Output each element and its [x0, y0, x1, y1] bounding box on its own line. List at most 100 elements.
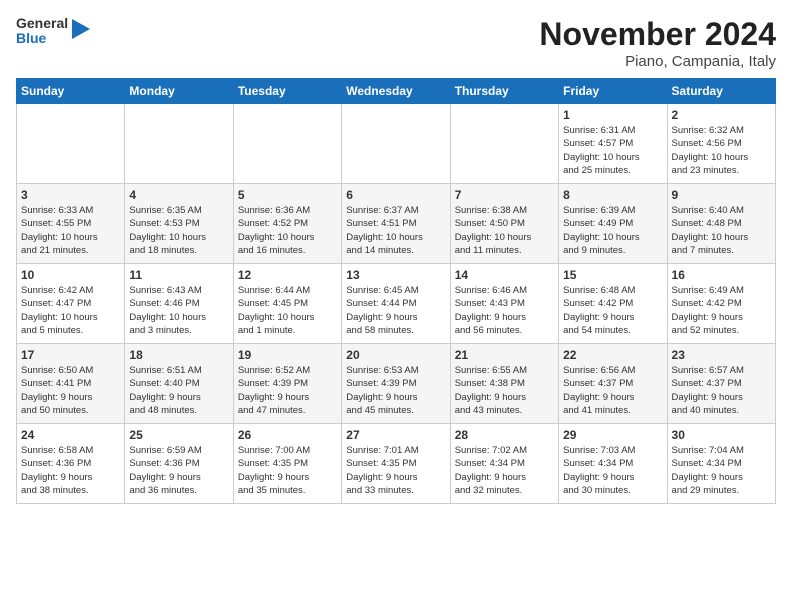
calendar-cell: 14Sunrise: 6:46 AM Sunset: 4:43 PM Dayli… — [450, 264, 558, 344]
day-info: Sunrise: 6:48 AM Sunset: 4:42 PM Dayligh… — [563, 284, 662, 337]
day-number: 12 — [238, 268, 337, 282]
calendar-cell: 24Sunrise: 6:58 AM Sunset: 4:36 PM Dayli… — [17, 424, 125, 504]
day-number: 26 — [238, 428, 337, 442]
day-info: Sunrise: 6:43 AM Sunset: 4:46 PM Dayligh… — [129, 284, 228, 337]
calendar-header: SundayMondayTuesdayWednesdayThursdayFrid… — [17, 79, 776, 104]
calendar-cell: 17Sunrise: 6:50 AM Sunset: 4:41 PM Dayli… — [17, 344, 125, 424]
calendar-cell: 28 Sunrise: 7:02 AM Sunset: 4:34 PM Dayli… — [450, 424, 558, 504]
day-info: Sunrise: 6:40 AM Sunset: 4:48 PM Dayligh… — [672, 204, 771, 257]
calendar-cell: 18Sunrise: 6:51 AM Sunset: 4:40 PM Dayli… — [125, 344, 233, 424]
calendar-cell — [450, 104, 558, 184]
calendar-cell: 21 Sunrise: 6:55 AM Sunset: 4:38 PM Dayli… — [450, 344, 558, 424]
calendar-cell: 8 Sunrise: 6:39 AM Sunset: 4:49 PM Daylig… — [559, 184, 667, 264]
calendar-cell: 23Sunrise: 6:57 AM Sunset: 4:37 PM Dayli… — [667, 344, 775, 424]
calendar-week-5: 24Sunrise: 6:58 AM Sunset: 4:36 PM Dayli… — [17, 424, 776, 504]
calendar-cell: 30 Sunrise: 7:04 AM Sunset: 4:34 PM Dayli… — [667, 424, 775, 504]
calendar-cell: 29 Sunrise: 7:03 AM Sunset: 4:34 PM Dayli… — [559, 424, 667, 504]
page-subtitle: Piano, Campania, Italy — [539, 53, 776, 70]
day-info: Sunrise: 7:01 AM Sunset: 4:35 PM Dayligh… — [346, 444, 445, 497]
calendar-cell: 22Sunrise: 6:56 AM Sunset: 4:37 PM Dayli… — [559, 344, 667, 424]
day-number: 2 — [672, 108, 771, 122]
calendar-cell — [125, 104, 233, 184]
day-info: Sunrise: 7:04 AM Sunset: 4:34 PM Dayligh… — [672, 444, 771, 497]
day-info: Sunrise: 6:38 AM Sunset: 4:50 PM Dayligh… — [455, 204, 554, 257]
calendar-cell: 6Sunrise: 6:37 AM Sunset: 4:51 PM Daylig… — [342, 184, 450, 264]
calendar-cell — [233, 104, 341, 184]
calendar-cell: 2Sunrise: 6:32 AM Sunset: 4:56 PM Daylig… — [667, 104, 775, 184]
header-row: SundayMondayTuesdayWednesdayThursdayFrid… — [17, 79, 776, 104]
day-number: 16 — [672, 268, 771, 282]
calendar-week-1: 1 Sunrise: 6:31 AM Sunset: 4:57 PM Daylig… — [17, 104, 776, 184]
day-number: 11 — [129, 268, 228, 282]
day-info: Sunrise: 7:00 AM Sunset: 4:35 PM Dayligh… — [238, 444, 337, 497]
calendar-cell: 19Sunrise: 6:52 AM Sunset: 4:39 PM Dayli… — [233, 344, 341, 424]
day-number: 4 — [129, 188, 228, 202]
header: General Blue November 2024 Piano, Campan… — [16, 16, 776, 70]
day-info: Sunrise: 6:52 AM Sunset: 4:39 PM Dayligh… — [238, 364, 337, 417]
calendar-cell: 7 Sunrise: 6:38 AM Sunset: 4:50 PM Daylig… — [450, 184, 558, 264]
header-day-friday: Friday — [559, 79, 667, 104]
day-number: 5 — [238, 188, 337, 202]
day-number: 21 — [455, 348, 554, 362]
day-number: 22 — [563, 348, 662, 362]
calendar-table: SundayMondayTuesdayWednesdayThursdayFrid… — [16, 78, 776, 504]
day-info: Sunrise: 7:02 AM Sunset: 4:34 PM Dayligh… — [455, 444, 554, 497]
day-info: Sunrise: 6:35 AM Sunset: 4:53 PM Dayligh… — [129, 204, 228, 257]
day-info: Sunrise: 6:33 AM Sunset: 4:55 PM Dayligh… — [21, 204, 120, 257]
day-number: 28 — [455, 428, 554, 442]
day-number: 25 — [129, 428, 228, 442]
header-day-saturday: Saturday — [667, 79, 775, 104]
day-info: Sunrise: 6:57 AM Sunset: 4:37 PM Dayligh… — [672, 364, 771, 417]
day-number: 27 — [346, 428, 445, 442]
calendar-cell: 11 Sunrise: 6:43 AM Sunset: 4:46 PM Dayli… — [125, 264, 233, 344]
header-day-tuesday: Tuesday — [233, 79, 341, 104]
day-number: 10 — [21, 268, 120, 282]
day-number: 1 — [563, 108, 662, 122]
calendar-cell: 27 Sunrise: 7:01 AM Sunset: 4:35 PM Dayli… — [342, 424, 450, 504]
day-number: 9 — [672, 188, 771, 202]
day-info: Sunrise: 6:31 AM Sunset: 4:57 PM Dayligh… — [563, 124, 662, 177]
day-info: Sunrise: 6:39 AM Sunset: 4:49 PM Dayligh… — [563, 204, 662, 257]
calendar-cell: 1 Sunrise: 6:31 AM Sunset: 4:57 PM Daylig… — [559, 104, 667, 184]
calendar-cell: 25 Sunrise: 6:59 AM Sunset: 4:36 PM Dayli… — [125, 424, 233, 504]
header-day-thursday: Thursday — [450, 79, 558, 104]
day-number: 20 — [346, 348, 445, 362]
calendar-cell: 3 Sunrise: 6:33 AM Sunset: 4:55 PM Daylig… — [17, 184, 125, 264]
logo: General Blue — [16, 16, 90, 47]
header-day-wednesday: Wednesday — [342, 79, 450, 104]
title-area: November 2024 Piano, Campania, Italy — [539, 16, 776, 70]
day-info: Sunrise: 6:58 AM Sunset: 4:36 PM Dayligh… — [21, 444, 120, 497]
day-info: Sunrise: 6:44 AM Sunset: 4:45 PM Dayligh… — [238, 284, 337, 337]
day-number: 3 — [21, 188, 120, 202]
day-number: 7 — [455, 188, 554, 202]
calendar-cell: 9 Sunrise: 6:40 AM Sunset: 4:48 PM Daylig… — [667, 184, 775, 264]
calendar-week-3: 10Sunrise: 6:42 AM Sunset: 4:47 PM Dayli… — [17, 264, 776, 344]
logo-arrow-icon — [72, 19, 90, 39]
day-info: Sunrise: 6:51 AM Sunset: 4:40 PM Dayligh… — [129, 364, 228, 417]
calendar-cell: 13Sunrise: 6:45 AM Sunset: 4:44 PM Dayli… — [342, 264, 450, 344]
page-title: November 2024 — [539, 16, 776, 53]
day-info: Sunrise: 6:55 AM Sunset: 4:38 PM Dayligh… — [455, 364, 554, 417]
day-number: 29 — [563, 428, 662, 442]
header-day-monday: Monday — [125, 79, 233, 104]
day-info: Sunrise: 6:50 AM Sunset: 4:41 PM Dayligh… — [21, 364, 120, 417]
day-number: 30 — [672, 428, 771, 442]
calendar-week-4: 17Sunrise: 6:50 AM Sunset: 4:41 PM Dayli… — [17, 344, 776, 424]
day-info: Sunrise: 6:46 AM Sunset: 4:43 PM Dayligh… — [455, 284, 554, 337]
day-number: 8 — [563, 188, 662, 202]
logo-general: General — [16, 16, 68, 31]
day-number: 15 — [563, 268, 662, 282]
calendar-cell: 26 Sunrise: 7:00 AM Sunset: 4:35 PM Dayli… — [233, 424, 341, 504]
logo-text: General Blue — [16, 16, 68, 47]
header-day-sunday: Sunday — [17, 79, 125, 104]
day-info: Sunrise: 6:59 AM Sunset: 4:36 PM Dayligh… — [129, 444, 228, 497]
day-number: 6 — [346, 188, 445, 202]
calendar-cell: 4 Sunrise: 6:35 AM Sunset: 4:53 PM Daylig… — [125, 184, 233, 264]
calendar-cell — [342, 104, 450, 184]
day-info: Sunrise: 6:36 AM Sunset: 4:52 PM Dayligh… — [238, 204, 337, 257]
calendar-cell: 15 Sunrise: 6:48 AM Sunset: 4:42 PM Dayli… — [559, 264, 667, 344]
day-info: Sunrise: 6:53 AM Sunset: 4:39 PM Dayligh… — [346, 364, 445, 417]
calendar-cell: 10Sunrise: 6:42 AM Sunset: 4:47 PM Dayli… — [17, 264, 125, 344]
calendar-body: 1 Sunrise: 6:31 AM Sunset: 4:57 PM Daylig… — [17, 104, 776, 504]
day-info: Sunrise: 7:03 AM Sunset: 4:34 PM Dayligh… — [563, 444, 662, 497]
